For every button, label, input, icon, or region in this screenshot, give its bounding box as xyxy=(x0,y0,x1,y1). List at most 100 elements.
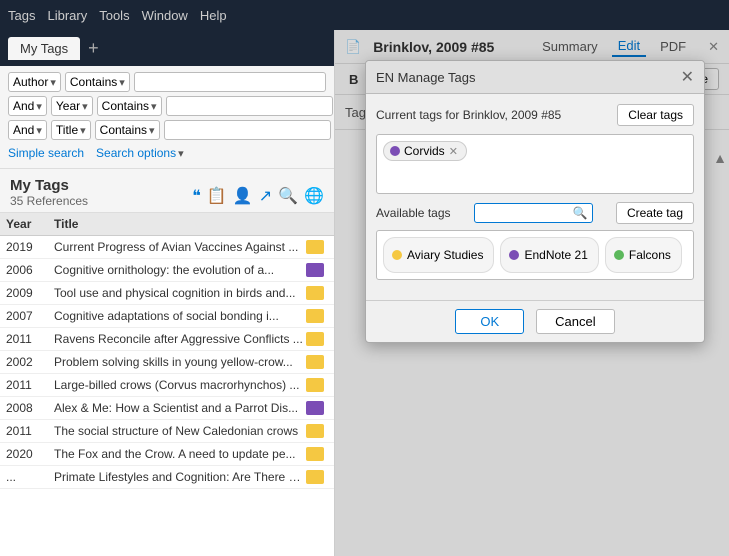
cell-title: Primate Lifestyles and Cognition: Are Th… xyxy=(48,468,334,486)
cell-title: Problem solving skills in young yellow-c… xyxy=(48,353,334,371)
connector-select-3[interactable]: And ▾ xyxy=(8,120,47,140)
field-select-2[interactable]: Year ▾ xyxy=(51,96,93,116)
search-area: Author ▾ Contains ▾ And ▾ Year ▾ xyxy=(0,66,334,169)
remove-current-tag-button[interactable]: ✕ xyxy=(449,145,458,158)
cell-year: 2011 xyxy=(0,330,48,348)
avail-tag-label: EndNote 21 xyxy=(524,248,587,262)
available-tag-chip[interactable]: Aviary Studies xyxy=(383,237,494,273)
tag-indicator xyxy=(306,424,324,438)
menu-library[interactable]: Library xyxy=(47,8,87,23)
available-search-input[interactable] xyxy=(479,206,569,220)
table-row[interactable]: 2020 The Fox and the Crow. A need to upd… xyxy=(0,443,334,466)
search-row-3: And ▾ Title ▾ Contains ▾ xyxy=(8,120,326,140)
table-row[interactable]: 2009 Tool use and physical cognition in … xyxy=(0,282,334,305)
menu-help[interactable]: Help xyxy=(200,8,227,23)
tag-indicator xyxy=(306,240,324,254)
current-tags-label: Current tags for Brinklov, 2009 #85 xyxy=(376,108,561,122)
search-row-2: And ▾ Year ▾ Contains ▾ xyxy=(8,96,326,116)
cell-title: The Fox and the Crow. A need to update p… xyxy=(48,445,334,463)
table-row[interactable]: 2011 Large-billed crows (Corvus macrorhy… xyxy=(0,374,334,397)
table-row[interactable]: 2002 Problem solving skills in young yel… xyxy=(0,351,334,374)
tag-indicator xyxy=(306,309,324,323)
tab-bar: My Tags + xyxy=(0,30,334,66)
chevron-down-icon: ▾ xyxy=(80,124,86,137)
cell-title: Tool use and physical cognition in birds… xyxy=(48,284,334,302)
cell-year: 2020 xyxy=(0,445,48,463)
available-tag-chip[interactable]: EndNote 21 xyxy=(500,237,598,273)
tag-indicator xyxy=(306,378,324,392)
cancel-button[interactable]: Cancel xyxy=(536,309,614,334)
tag-indicator xyxy=(306,286,324,300)
available-tags-row: Available tags 🔍 Create tag xyxy=(376,202,694,224)
tag-color-dot xyxy=(509,250,519,260)
operator-select-2[interactable]: Contains ▾ xyxy=(97,96,162,116)
menu-tags[interactable]: Tags xyxy=(8,8,35,23)
tag-chip-label: Corvids xyxy=(404,144,445,158)
current-tag-chip: Corvids ✕ xyxy=(383,141,467,161)
cell-year: 2019 xyxy=(0,238,48,256)
modal-titlebar: EN Manage Tags ✕ xyxy=(366,61,704,94)
table-row[interactable]: 2011 Ravens Reconcile after Aggressive C… xyxy=(0,328,334,351)
menu-tools[interactable]: Tools xyxy=(99,8,129,23)
search-value-3[interactable] xyxy=(164,120,331,140)
cell-title: Current Progress of Avian Vaccines Again… xyxy=(48,238,334,256)
col-title[interactable]: Title xyxy=(48,215,334,233)
cell-year: 2006 xyxy=(0,261,48,279)
create-tag-button[interactable]: Create tag xyxy=(616,202,694,224)
table-header: Year Title xyxy=(0,213,334,236)
cell-year: 2011 xyxy=(0,376,48,394)
connector-select-2[interactable]: And ▾ xyxy=(8,96,47,116)
chevron-down-icon: ▾ xyxy=(178,147,184,160)
ok-button[interactable]: OK xyxy=(455,309,524,334)
cell-title: Large-billed crows (Corvus macrorhynchos… xyxy=(48,376,334,394)
cell-title: Cognitive ornithology: the evolution of … xyxy=(48,261,334,279)
field-select-1[interactable]: Author ▾ xyxy=(8,72,61,92)
main-layout: My Tags + Author ▾ Contains ▾ And xyxy=(0,30,729,556)
table-row[interactable]: 2007 Cognitive adaptations of social bon… xyxy=(0,305,334,328)
search-value-2[interactable] xyxy=(166,96,333,116)
field-select-3[interactable]: Title ▾ xyxy=(51,120,91,140)
cell-title: Alex & Me: How a Scientist and a Parrot … xyxy=(48,399,334,417)
cell-year: 2009 xyxy=(0,284,48,302)
search-icon: 🔍 xyxy=(573,206,588,220)
add-tab-button[interactable]: + xyxy=(88,38,99,59)
available-tag-chip[interactable]: Falcons xyxy=(605,237,682,273)
tag-color-dot xyxy=(392,250,402,260)
menu-window[interactable]: Window xyxy=(142,8,188,23)
table-row[interactable]: 2011 The social structure of New Caledon… xyxy=(0,420,334,443)
search-icon[interactable]: 🔍 xyxy=(278,186,298,206)
tag-indicator xyxy=(306,355,324,369)
quote-icon[interactable]: ❝ xyxy=(192,186,201,206)
cell-title: Ravens Reconcile after Aggressive Confli… xyxy=(48,330,334,348)
table-row[interactable]: ... Primate Lifestyles and Cognition: Ar… xyxy=(0,466,334,489)
search-options-link[interactable]: Search options ▾ xyxy=(96,146,184,160)
cell-year: 2011 xyxy=(0,422,48,440)
search-value-1[interactable] xyxy=(134,72,326,92)
globe-icon[interactable]: 🌐 xyxy=(304,186,324,206)
add-ref-icon[interactable]: 📋 xyxy=(207,186,227,206)
tag-indicator xyxy=(306,470,324,484)
add-user-icon[interactable]: 👤 xyxy=(233,186,253,206)
clear-tags-button[interactable]: Clear tags xyxy=(617,104,694,126)
menubar: Tags Library Tools Window Help xyxy=(0,0,729,30)
tab-mytags[interactable]: My Tags xyxy=(8,37,80,60)
operator-select-3[interactable]: Contains ▾ xyxy=(95,120,160,140)
table-row[interactable]: 2008 Alex & Me: How a Scientist and a Pa… xyxy=(0,397,334,420)
chevron-down-icon: ▾ xyxy=(36,100,42,113)
avail-tag-label: Falcons xyxy=(629,248,671,262)
table-row[interactable]: 2019 Current Progress of Avian Vaccines … xyxy=(0,236,334,259)
modal-close-button[interactable]: ✕ xyxy=(681,67,694,87)
chevron-down-icon: ▾ xyxy=(149,124,155,137)
col-year[interactable]: Year xyxy=(0,215,48,233)
tag-indicator xyxy=(306,447,324,461)
table-row[interactable]: 2006 Cognitive ornithology: the evolutio… xyxy=(0,259,334,282)
cell-year: 2002 xyxy=(0,353,48,371)
mytags-header: My Tags 35 References ❝ 📋 👤 ↗ 🔍 🌐 xyxy=(0,169,334,213)
chevron-down-icon: ▾ xyxy=(151,100,157,113)
simple-search-link[interactable]: Simple search xyxy=(8,146,84,160)
export-icon[interactable]: ↗ xyxy=(259,186,272,206)
modal-overlay: EN Manage Tags ✕ Current tags for Brinkl… xyxy=(335,30,729,556)
operator-select-1[interactable]: Contains ▾ xyxy=(65,72,130,92)
left-panel: My Tags + Author ▾ Contains ▾ And xyxy=(0,30,335,556)
modal-body: Current tags for Brinklov, 2009 #85 Clea… xyxy=(366,94,704,300)
